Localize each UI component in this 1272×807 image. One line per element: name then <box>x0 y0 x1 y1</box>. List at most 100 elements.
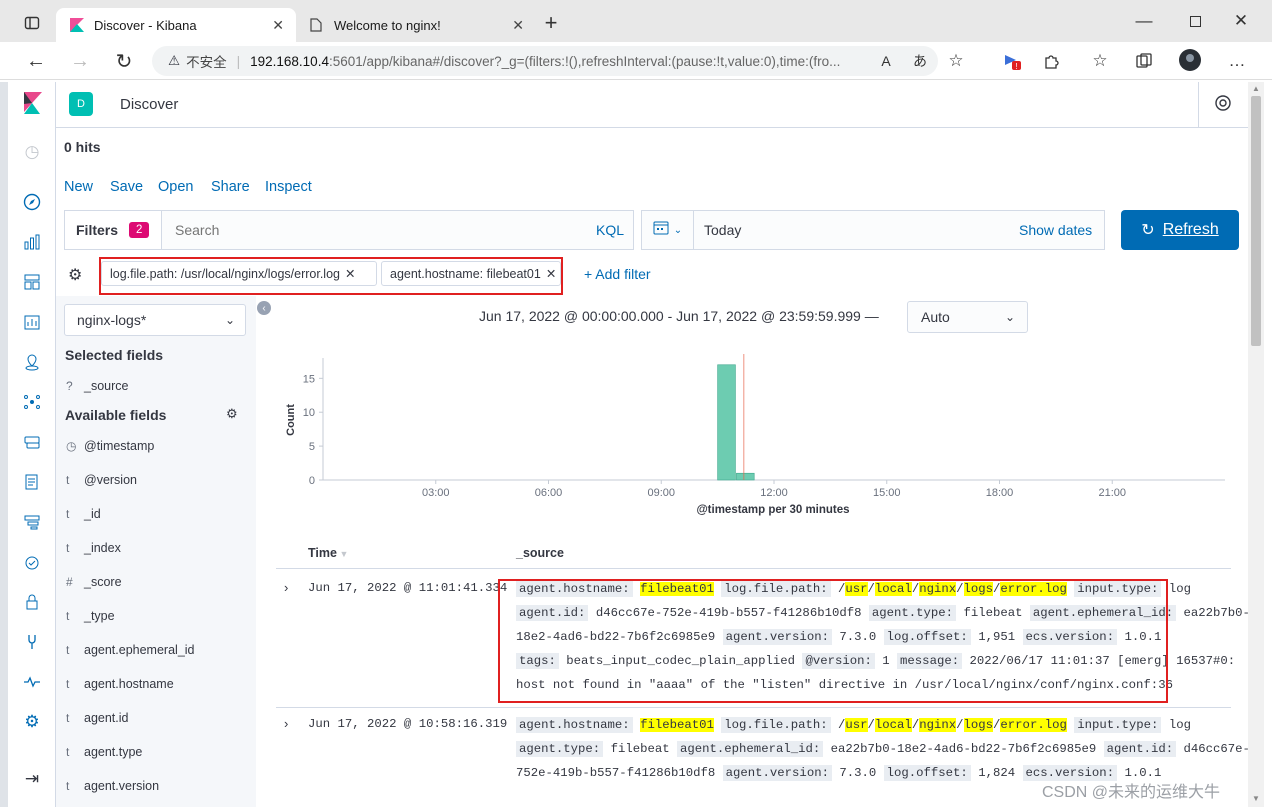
filters-toggle[interactable]: Filters 2 <box>65 211 162 249</box>
refresh-button[interactable]: ↻ Refresh <box>1121 210 1239 250</box>
open-link[interactable]: Open <box>158 179 193 195</box>
column-header-source: _source <box>516 546 564 560</box>
field-item[interactable]: t agent.ephemeral_id <box>66 643 195 657</box>
dashboard-icon[interactable] <box>20 270 44 294</box>
help-lifebuoy-icon[interactable] <box>1214 94 1232 117</box>
save-link[interactable]: Save <box>110 179 143 195</box>
chevron-down-icon: ⌄ <box>673 224 683 236</box>
favorite-add-icon[interactable]: ☆ <box>944 49 968 73</box>
logs-icon[interactable] <box>20 470 44 494</box>
close-window-icon[interactable]: ✕ <box>1229 9 1253 33</box>
doc-field-value: log <box>1168 582 1191 596</box>
siem-lock-icon[interactable] <box>20 590 44 614</box>
apm-icon[interactable] <box>20 510 44 534</box>
search-input[interactable] <box>163 211 583 249</box>
maps-icon[interactable] <box>20 350 44 374</box>
field-type-icon: ? <box>66 379 73 393</box>
space-avatar[interactable]: D <box>69 92 93 116</box>
tab-actions-icon[interactable] <box>20 11 44 35</box>
favorites-icon[interactable]: ☆ <box>1088 49 1112 73</box>
quick-menu-button[interactable]: ⌄ <box>642 211 694 249</box>
expand-row-chevron-icon[interactable]: › <box>284 716 288 731</box>
tab-welcome-nginx[interactable]: Welcome to nginx! ✕ <box>296 8 536 42</box>
extensions-puzzle-icon[interactable] <box>1040 49 1064 73</box>
kibana-nav-sidebar: ◷ ⚙ ⇥ <box>8 82 56 807</box>
histogram-bar[interactable] <box>717 364 736 481</box>
canvas-icon[interactable] <box>20 310 44 334</box>
close-tab-icon[interactable]: ✕ <box>512 17 524 34</box>
doc-field-key: agent.id: <box>1103 741 1177 757</box>
translate-icon[interactable]: あ <box>908 49 932 73</box>
filter-settings-gear-icon[interactable]: ⚙ <box>68 265 82 285</box>
more-menu-icon[interactable]: … <box>1225 49 1249 73</box>
tab-discover-kibana[interactable]: Discover - Kibana ✕ <box>56 8 296 42</box>
new-link[interactable]: New <box>64 179 93 195</box>
field-name: agent.type <box>84 745 143 759</box>
x-tick-label: 09:00 <box>647 487 675 499</box>
visualize-icon[interactable] <box>20 230 44 254</box>
field-item[interactable]: # _score <box>66 575 122 589</box>
field-item[interactable]: ◷ @timestamp <box>66 439 154 453</box>
discover-compass-icon[interactable] <box>20 190 44 214</box>
doc-field-value: ea22b7b0- <box>1183 606 1250 620</box>
collections-icon[interactable] <box>1132 49 1156 73</box>
new-tab-icon[interactable]: + <box>539 10 563 35</box>
scroll-down-icon[interactable]: ▼ <box>1252 794 1260 803</box>
collapse-nav-icon[interactable]: ⇥ <box>20 767 44 791</box>
field-item[interactable]: t agent.id <box>66 711 128 725</box>
sort-icon[interactable]: ▼ <box>337 549 348 559</box>
address-bar[interactable]: ⚠ 不安全 | 192.168.10.4:5601/app/kibana#/di… <box>152 46 938 76</box>
doc-field-key: input.type: <box>1074 717 1162 733</box>
x-tick-label: 18:00 <box>986 487 1014 499</box>
field-item[interactable]: t agent.version <box>66 779 159 793</box>
field-item[interactable]: t _id <box>66 507 101 521</box>
kibana-logo-icon[interactable] <box>20 91 44 115</box>
infrastructure-icon[interactable] <box>20 430 44 454</box>
machine-learning-icon[interactable] <box>20 390 44 414</box>
kql-toggle[interactable]: KQL <box>596 222 624 238</box>
interval-select[interactable]: Auto ⌄ <box>907 301 1028 333</box>
index-pattern-select[interactable]: nginx-logs* ⌄ <box>64 304 246 336</box>
forward-arrow-icon[interactable]: → <box>68 49 92 73</box>
collapse-sidebar-icon[interactable]: ‹ <box>257 301 271 315</box>
available-fields-heading: Available fields <box>65 407 167 423</box>
scroll-thumb[interactable] <box>1251 96 1261 346</box>
back-arrow-icon[interactable]: ← <box>24 49 48 73</box>
date-picker: ⌄ Today Show dates <box>641 210 1105 250</box>
uptime-icon[interactable] <box>20 550 44 574</box>
doc-field-key: agent.type: <box>516 741 604 757</box>
x-tick-label: 03:00 <box>422 487 450 499</box>
close-tab-icon[interactable]: ✕ <box>272 17 284 34</box>
field-item[interactable]: t _type <box>66 609 115 623</box>
dev-tools-icon[interactable] <box>20 630 44 654</box>
page-scrollbar[interactable]: ▲ ▼ <box>1248 82 1264 807</box>
field-item[interactable]: t agent.hostname <box>66 677 174 691</box>
add-filter-link[interactable]: + Add filter <box>584 266 651 282</box>
show-dates-link[interactable]: Show dates <box>1019 222 1092 238</box>
expand-row-chevron-icon[interactable]: › <box>284 580 288 595</box>
maximize-icon[interactable] <box>1183 9 1207 33</box>
tab-title: Discover - Kibana <box>94 17 197 33</box>
field-item[interactable]: t agent.type <box>66 745 142 759</box>
monitoring-heartbeat-icon[interactable] <box>20 670 44 694</box>
inspect-link[interactable]: Inspect <box>265 179 312 195</box>
column-header-time[interactable]: Time ▼ <box>308 546 348 560</box>
search-highlight: usr <box>845 718 868 732</box>
histogram-bar[interactable] <box>736 472 755 481</box>
recently-viewed-icon[interactable]: ◷ <box>20 140 44 164</box>
page-title: Discover <box>120 96 179 113</box>
search-highlight: nginx <box>919 718 957 732</box>
read-aloud-icon[interactable]: A <box>874 49 898 73</box>
field-item[interactable]: t @version <box>66 473 137 487</box>
profile-avatar[interactable] <box>1178 48 1202 72</box>
field-item-source[interactable]: ? _source <box>66 379 128 393</box>
share-link[interactable]: Share <box>211 179 250 195</box>
field-settings-gear-icon[interactable]: ⚙ <box>226 406 238 422</box>
scroll-up-icon[interactable]: ▲ <box>1252 84 1260 93</box>
management-gear-icon[interactable]: ⚙ <box>20 710 44 734</box>
reload-icon[interactable]: ↻ <box>112 49 136 73</box>
extension-alert-icon[interactable]: ! <box>1000 49 1024 73</box>
field-item[interactable]: t _index <box>66 541 121 555</box>
kibana-header: D Discover <box>56 82 1248 128</box>
minimize-icon[interactable]: — <box>1132 9 1156 33</box>
